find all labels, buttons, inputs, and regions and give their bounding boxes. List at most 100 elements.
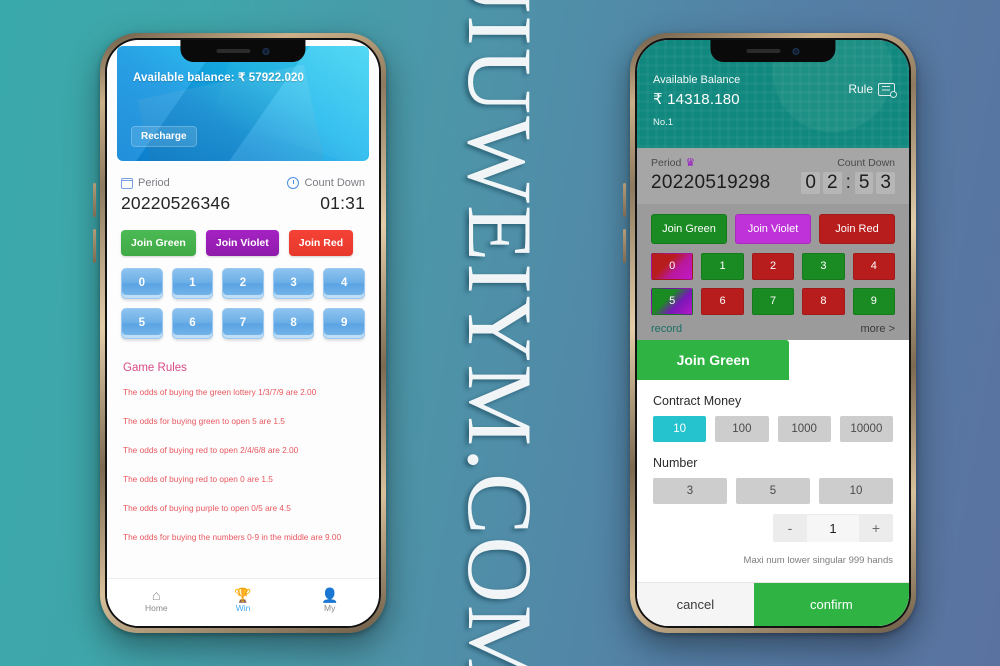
number-button[interactable]: 3 [272, 268, 315, 299]
game-rule-item: The odds of buying the green lottery 1/3… [123, 387, 317, 397]
join-red-button[interactable]: Join Red [819, 214, 895, 244]
number-option[interactable]: 10 [819, 478, 893, 504]
earpiece-speaker [746, 49, 781, 53]
game-rule-item: The odds of buying red to open 0 are 1.5 [123, 474, 273, 485]
nav-label-my: My [324, 602, 336, 613]
front-camera [262, 47, 270, 55]
rule-label: Rule [848, 82, 873, 96]
front-camera [792, 47, 800, 55]
countdown-digit: 3 [876, 172, 895, 194]
number-button[interactable]: 4 [323, 268, 365, 299]
countdown-colon: : [845, 172, 851, 193]
join-violet-button[interactable]: Join Violet [205, 230, 279, 256]
bet-modal: Join Green Contract Money 10 100 1000 10… [637, 340, 909, 626]
number-button[interactable]: 0 [651, 253, 694, 280]
modal-title: Join Green [637, 340, 790, 380]
rulebook-icon [878, 82, 897, 98]
right-phone-mockup: Available Balance ₹ 14318.180 No.1 Rule … [623, 33, 916, 633]
available-balance-label: Available balance: ₹ 57922.020 [133, 72, 304, 84]
right-body: Join Green Join Violet Join Red 0 1 2 3 … [637, 204, 909, 354]
volume-down-button[interactable] [93, 229, 96, 263]
contract-money-option[interactable]: 1000 [777, 416, 831, 442]
volume-down-button[interactable] [623, 229, 626, 263]
volume-up-button[interactable] [623, 183, 626, 217]
number-row-top: 0 1 2 3 4 [121, 268, 365, 299]
countdown-label-group: Count Down [287, 177, 365, 189]
stepper-value[interactable]: 1 [807, 514, 859, 542]
join-violet-button[interactable]: Join Violet [735, 214, 811, 244]
nav-item-home[interactable]: ⌂ Home [113, 587, 200, 613]
period-label-group: Period ♛ [651, 156, 695, 170]
nav-label-home: Home [144, 602, 168, 613]
more-link[interactable]: more > [860, 323, 895, 335]
number-button[interactable]: 9 [323, 308, 365, 339]
recharge-button[interactable]: Recharge [131, 126, 197, 147]
number-button[interactable]: 0 [121, 268, 163, 299]
number-button[interactable]: 3 [802, 253, 845, 280]
phone-notch [710, 40, 836, 62]
left-period-value-row: 20220526346 01:31 [107, 189, 379, 214]
number-button[interactable]: 4 [852, 253, 896, 280]
game-rule-item: The odds for buying green to open 5 are … [123, 416, 285, 427]
balance-banner[interactable]: Available balance: ₹ 57922.020 Recharge [117, 46, 369, 161]
rule-button[interactable]: Rule [848, 82, 897, 98]
countdown-label: Count Down [304, 177, 365, 189]
left-period-header-row: Period Count Down [107, 165, 379, 189]
period-value: 20220519298 [651, 172, 771, 193]
countdown-value: 01:31 [320, 193, 365, 213]
contract-money-option[interactable]: 100 [715, 416, 769, 442]
contract-money-option[interactable]: 10000 [839, 416, 893, 442]
countdown-timer: 0 2 : 5 3 [801, 172, 895, 194]
number-button[interactable]: 2 [222, 268, 264, 299]
countdown-digit: 5 [854, 172, 874, 194]
period-value: 20220526346 [121, 193, 231, 213]
number-button[interactable]: 6 [171, 308, 214, 339]
period-label: Period [651, 156, 682, 169]
calendar-icon [120, 177, 134, 189]
volume-up-button[interactable] [93, 183, 96, 217]
number-button[interactable]: 6 [701, 288, 744, 315]
number-label: Number [653, 456, 698, 470]
nav-label-win: Win [235, 602, 251, 613]
contract-money-label: Contract Money [653, 394, 742, 408]
number-button[interactable]: 2 [751, 253, 795, 280]
number-button[interactable]: 1 [171, 268, 214, 299]
number-row-bottom: 5 6 7 8 9 [651, 288, 896, 315]
period-label-group: Period [120, 177, 170, 189]
left-app-screen: Available balance: ₹ 57922.020 Recharge … [107, 40, 379, 626]
number-button[interactable]: 5 [121, 308, 163, 339]
left-join-buttons: Join Green Join Violet Join Red [107, 214, 379, 256]
right-join-buttons: Join Green Join Violet Join Red [651, 214, 895, 244]
join-green-button[interactable]: Join Green [121, 230, 196, 256]
countdown-digit: 0 [801, 172, 820, 194]
nav-item-my[interactable]: 👤 My [286, 587, 373, 613]
number-button[interactable]: 5 [651, 288, 694, 315]
modal-footer: cancel confirm [637, 582, 909, 626]
number-button[interactable]: 8 [272, 308, 315, 339]
cancel-button[interactable]: cancel [637, 583, 754, 626]
modal-body: Contract Money 10 100 1000 10000 Number … [637, 380, 909, 582]
confirm-button[interactable]: confirm [753, 583, 909, 626]
number-option[interactable]: 3 [653, 478, 727, 504]
game-rules-section: Game Rules The odds of buying the green … [107, 348, 379, 566]
number-button[interactable]: 8 [802, 288, 845, 315]
number-row-top: 0 1 2 3 4 [651, 253, 896, 280]
modal-hint-text: Maxi num lower singular 999 hands [743, 555, 893, 566]
number-button[interactable]: 7 [222, 308, 264, 339]
game-rules-title: Game Rules [123, 362, 187, 374]
number-button[interactable]: 7 [751, 288, 795, 315]
join-red-button[interactable]: Join Red [288, 230, 354, 256]
game-rule-item: The odds of buying purple to open 0/5 ar… [123, 503, 291, 514]
nav-item-win[interactable]: 🏆 Win [200, 587, 287, 613]
clock-icon [287, 177, 300, 189]
record-header-row: record more > [651, 323, 895, 335]
stepper-increment-button[interactable]: + [859, 514, 893, 542]
number-option[interactable]: 5 [736, 478, 810, 504]
number-button[interactable]: 9 [852, 288, 896, 315]
contract-money-option[interactable]: 10 [653, 416, 707, 442]
earpiece-speaker [216, 49, 251, 53]
stepper-decrement-button[interactable]: - [773, 514, 807, 542]
join-green-button[interactable]: Join Green [651, 214, 727, 244]
person-icon: 👤 [320, 586, 339, 603]
number-button[interactable]: 1 [701, 253, 744, 280]
